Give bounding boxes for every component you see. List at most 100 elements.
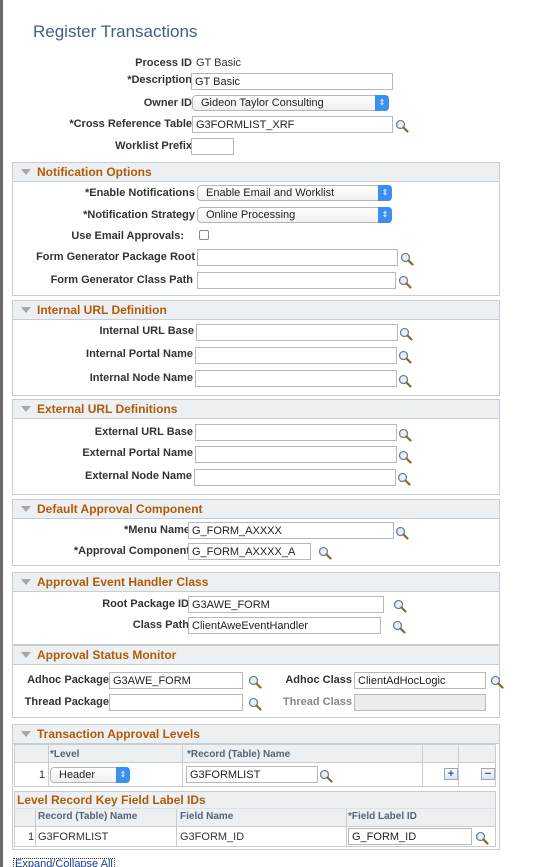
status-monitor-header[interactable]: Approval Status Monitor — [13, 646, 499, 665]
magnifier-icon[interactable] — [398, 374, 412, 388]
magnifier-icon[interactable] — [392, 620, 406, 634]
magnifier-icon[interactable] — [248, 697, 262, 711]
enable-notifications-select[interactable]: Enable Email and Worklist ⇕ — [197, 185, 392, 201]
divider — [48, 745, 49, 786]
row-number: 1 — [39, 769, 46, 781]
triangle-down-icon[interactable] — [21, 169, 31, 175]
triangle-down-icon[interactable] — [21, 579, 31, 585]
magnifier-icon[interactable] — [399, 327, 413, 341]
magnifier-icon[interactable] — [318, 546, 332, 560]
field-label-id-input[interactable]: G_FORM_ID — [348, 828, 472, 845]
email-approvals-checkbox[interactable] — [199, 230, 209, 240]
approval-component-input[interactable]: G_FORM_AXXXX_A — [188, 543, 311, 560]
section-title: External URL Definitions — [37, 402, 178, 416]
col-record-header: Record (Table) Name — [38, 811, 138, 822]
level-value: Header — [59, 769, 96, 781]
add-row-button[interactable]: + — [444, 768, 458, 780]
thread-package-input[interactable] — [109, 694, 243, 711]
internal-portal-input[interactable] — [195, 347, 397, 364]
class-path-input[interactable] — [197, 272, 396, 289]
expand-collapse-all-link[interactable]: Expand/Collapse All — [13, 858, 115, 867]
owner-id-value: Gideon Taylor Consulting — [201, 97, 324, 109]
external-node-input[interactable] — [194, 469, 396, 486]
notification-options-header[interactable]: Notification Options — [13, 163, 499, 182]
triangle-down-icon[interactable] — [21, 652, 31, 658]
class-path-label: Form Generator Class Path — [50, 274, 193, 286]
magnifier-icon[interactable] — [393, 599, 407, 613]
magnifier-icon[interactable] — [248, 675, 262, 689]
magnifier-icon[interactable] — [395, 526, 409, 540]
owner-id-select[interactable]: Gideon Taylor Consulting ⇕ — [192, 95, 389, 111]
worklist-prefix-input[interactable] — [191, 138, 234, 155]
triangle-down-icon[interactable] — [21, 307, 31, 313]
notification-strategy-label: *Notification Strategy — [83, 209, 195, 221]
adhoc-package-input[interactable]: G3AWE_FORM — [109, 672, 243, 689]
triangle-down-icon[interactable] — [21, 731, 31, 737]
event-handler-header[interactable]: Approval Event Handler Class — [13, 573, 499, 592]
divider — [422, 745, 423, 786]
updown-arrow-icon: ⇕ — [375, 95, 389, 111]
magnifier-icon[interactable] — [398, 450, 412, 464]
internal-node-input[interactable] — [195, 370, 397, 387]
process-id-value: GT Basic — [196, 57, 242, 69]
divider — [15, 808, 495, 809]
magnifier-icon[interactable] — [398, 428, 412, 442]
window-edge — [0, 0, 3, 867]
internal-url-header[interactable]: Internal URL Definition — [13, 301, 499, 320]
updown-arrow-icon: ⇕ — [116, 767, 130, 783]
magnifier-icon[interactable] — [319, 769, 333, 783]
key-fields-title: Level Record Key Field Label IDs — [17, 793, 206, 807]
col-label-id-header: *Field Label ID — [348, 811, 417, 822]
triangle-down-icon[interactable] — [21, 406, 31, 412]
col-field-header: Field Name — [180, 811, 234, 822]
col-level-header: *Level — [50, 749, 80, 760]
magnifier-icon[interactable] — [398, 275, 412, 289]
menu-name-label: *Menu Name — [123, 524, 190, 536]
approval-component-header[interactable]: Default Approval Component — [13, 500, 499, 519]
magnifier-icon[interactable] — [398, 350, 412, 364]
magnifier-icon[interactable] — [490, 675, 504, 689]
pkg-root-input[interactable] — [197, 249, 398, 266]
worklist-prefix-label: Worklist Prefix — [115, 140, 192, 152]
root-package-label: Root Package ID — [102, 598, 189, 610]
enable-notifications-label: *Enable Notifications — [84, 187, 195, 199]
approval-levels-header[interactable]: Transaction Approval Levels — [13, 725, 499, 744]
pkg-root-label: Form Generator Package Root — [36, 251, 195, 263]
notification-strategy-select[interactable]: Online Processing ⇕ — [197, 207, 392, 223]
internal-url-base-input[interactable] — [196, 324, 398, 341]
magnifier-icon[interactable] — [400, 252, 414, 266]
menu-name-input[interactable]: G_FORM_AXXXX — [188, 522, 394, 539]
thread-class-label: Thread Class — [282, 696, 352, 708]
field-name-value: G3FORM_ID — [180, 831, 245, 843]
magnifier-icon[interactable] — [395, 119, 409, 133]
internal-url-base-label: Internal URL Base — [99, 325, 194, 337]
updown-arrow-icon: ⇕ — [378, 207, 392, 223]
external-portal-input[interactable] — [195, 446, 397, 463]
xref-table-input[interactable]: G3FORMLIST_XRF — [192, 116, 393, 133]
root-package-input[interactable]: G3AWE_FORM — [188, 596, 384, 613]
owner-id-label: Owner ID — [143, 97, 192, 109]
thread-class-input — [354, 694, 486, 711]
adhoc-class-input[interactable]: ClientAdHocLogic — [354, 672, 486, 689]
enable-notifications-value: Enable Email and Worklist — [206, 187, 335, 199]
external-url-base-label: External URL Base — [94, 426, 193, 438]
record-name-value: G3FORMLIST — [38, 831, 109, 843]
external-url-header[interactable]: External URL Definitions — [13, 400, 499, 419]
triangle-down-icon[interactable] — [21, 506, 31, 512]
process-id-label: Process ID — [135, 57, 192, 69]
divider — [35, 809, 36, 846]
class-path-input[interactable]: ClientAweEventHandler — [188, 617, 381, 634]
divider — [458, 745, 459, 786]
external-url-base-input[interactable] — [195, 424, 397, 441]
record-name-input[interactable]: G3FORMLIST — [186, 766, 318, 783]
magnifier-icon[interactable] — [475, 831, 489, 845]
internal-node-label: Internal Node Name — [89, 372, 193, 384]
notification-strategy-value: Online Processing — [206, 209, 296, 221]
level-select[interactable]: Header ⇕ — [50, 767, 130, 783]
magnifier-icon[interactable] — [397, 472, 411, 486]
updown-arrow-icon: ⇕ — [378, 185, 392, 201]
delete-row-button[interactable]: − — [481, 768, 495, 780]
row-number: 1 — [28, 831, 35, 843]
col-record-header: *Record (Table) Name — [187, 749, 291, 760]
description-input[interactable]: GT Basic — [191, 73, 393, 90]
